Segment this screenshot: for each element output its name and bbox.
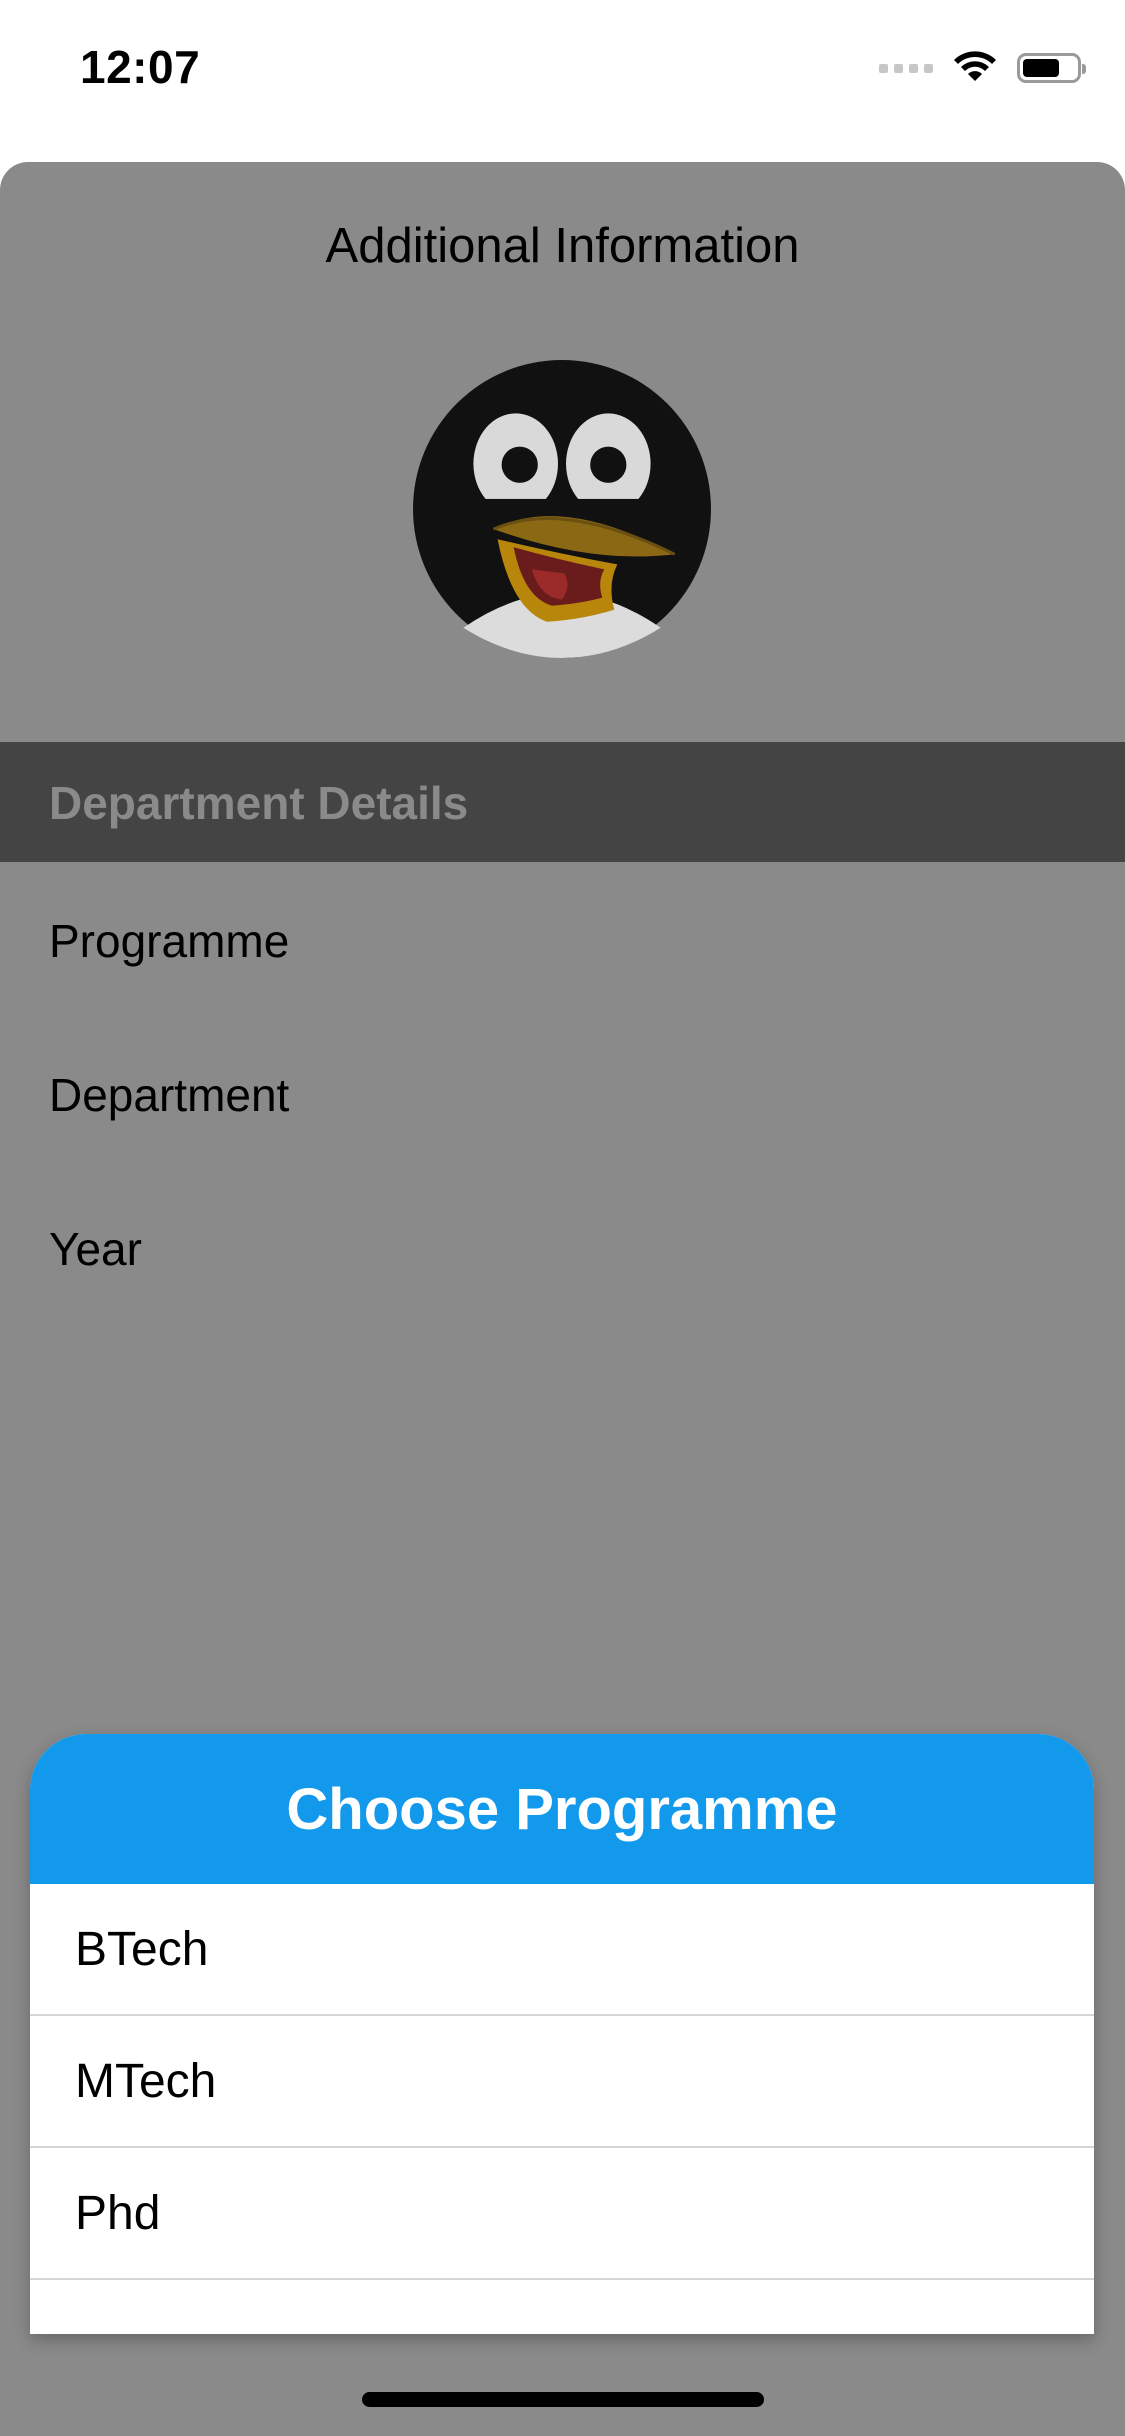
home-indicator[interactable] [362, 2392, 764, 2407]
option-phd[interactable]: Phd [30, 2148, 1094, 2280]
department-field[interactable]: Department [49, 1068, 289, 1122]
programme-field[interactable]: Programme [49, 914, 289, 968]
status-time: 12:07 [80, 41, 201, 93]
option-label: BTech [75, 1923, 209, 1976]
popup-title: Choose Programme [286, 1777, 838, 1842]
choose-programme-popup: Choose Programme BTech MTech Phd [30, 1734, 1094, 2334]
popup-header: Choose Programme [30, 1734, 1094, 1884]
section-header-label: Department Details [49, 777, 469, 829]
page-title: Additional Information [325, 219, 800, 273]
status-bar: 12:07 [0, 0, 1125, 135]
status-icons [879, 48, 1086, 88]
option-btech[interactable]: BTech [30, 1884, 1094, 2016]
battery-icon [1017, 53, 1086, 83]
wifi-icon [954, 51, 996, 81]
option-mtech[interactable]: MTech [30, 2016, 1094, 2148]
penguin-avatar-icon[interactable] [411, 358, 713, 660]
cellular-signal-icon [879, 63, 933, 73]
option-label: MTech [75, 2055, 217, 2108]
option-label: Phd [75, 2187, 161, 2240]
section-header: Department Details [0, 742, 1125, 862]
year-field[interactable]: Year [49, 1222, 142, 1276]
